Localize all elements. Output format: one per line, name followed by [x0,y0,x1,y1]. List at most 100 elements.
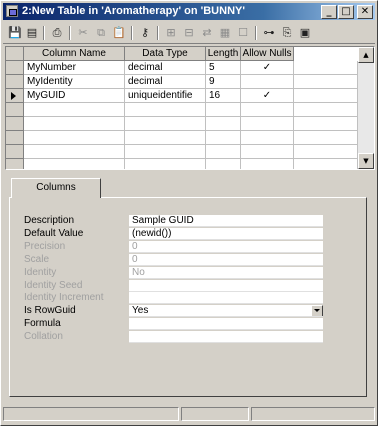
cell-data-type[interactable]: decimal [125,61,206,75]
cell-allow-nulls[interactable] [241,131,294,145]
cell-column-name[interactable] [24,131,125,145]
property-label: Scale [24,253,50,265]
table-properties-icon[interactable]: ▤ [24,25,40,41]
header-data-type[interactable]: Data Type [125,47,206,61]
toolbar-separator [255,26,257,40]
property-label: Identity [24,266,57,278]
cell-data-type[interactable]: decimal [125,75,206,89]
cell-allow-nulls[interactable]: ✓ [241,89,294,103]
cell-column-name[interactable] [24,159,125,169]
property-label: Is RowGuid [24,305,76,317]
property-label: Collation [24,331,63,343]
property-value-field[interactable]: (newid()) [129,227,323,240]
cell-data-type[interactable] [125,117,206,131]
row-selector[interactable] [6,89,24,103]
cell-allow-nulls[interactable] [241,75,294,89]
cell-blank[interactable] [294,75,358,89]
row-selector[interactable] [6,117,24,131]
property-value-field[interactable] [129,318,323,331]
cell-blank[interactable] [294,159,358,169]
cell-length[interactable] [206,131,241,145]
tab-columns[interactable]: Columns [11,178,101,198]
cell-blank[interactable] [294,103,358,117]
cell-blank[interactable] [294,145,358,159]
manage-indexes-icon[interactable]: ▦ [217,25,233,41]
print-icon[interactable]: ⎙ [49,25,65,41]
cell-data-type[interactable] [125,145,206,159]
cell-length[interactable] [206,103,241,117]
triggers-icon[interactable]: ⊶ [261,25,277,41]
status-pane-main [3,407,179,421]
vertical-scrollbar[interactable]: ▲ ▼ [358,47,374,169]
cell-column-name[interactable]: MyNumber [24,61,125,75]
cell-blank[interactable] [294,117,358,131]
cell-blank[interactable] [294,89,358,103]
header-allow-nulls[interactable]: Allow Nulls [241,47,294,61]
property-label: Precision [24,240,66,252]
property-value-text: Yes [132,305,149,317]
constraints-icon[interactable]: ☐ [235,25,251,41]
scroll-up-icon[interactable]: ▲ [358,47,374,63]
cell-length[interactable] [206,117,241,131]
cell-blank[interactable] [294,61,358,75]
toolbar-separator [157,26,159,40]
cell-length[interactable]: 9 [206,75,241,89]
property-dropdown[interactable]: Yes [129,305,323,318]
cell-length[interactable]: 16 [206,89,241,103]
view-icon[interactable]: ▣ [297,25,313,41]
cell-data-type[interactable] [125,131,206,145]
row-selector[interactable] [6,159,24,169]
property-value-field: 0 [129,253,323,266]
row-selector[interactable] [6,145,24,159]
cell-length[interactable] [206,145,241,159]
properties-tabs: Columns Description Sample GUID Default Va… [7,174,372,402]
scroll-down-icon[interactable]: ▼ [358,153,374,169]
cell-column-name[interactable]: MyIdentity [24,75,125,89]
header-length[interactable]: Length [206,47,241,61]
cell-data-type[interactable] [125,159,206,169]
cell-length[interactable]: 5 [206,61,241,75]
property-value-field: No [129,266,323,279]
delete-column-icon[interactable]: ⊟ [181,25,197,41]
copy-icon[interactable]: ⧉ [93,25,109,41]
cut-icon[interactable]: ✂ [75,25,91,41]
property-label: Default Value [24,227,84,239]
property-value-text: (newid()) [132,227,172,239]
paste-icon[interactable]: 📋 [111,25,127,41]
row-selector[interactable] [6,103,24,117]
status-bar [3,406,375,422]
cell-allow-nulls[interactable] [241,145,294,159]
cell-blank[interactable] [294,131,358,145]
row-selector[interactable] [6,61,24,75]
close-button[interactable]: ✕ [357,5,373,19]
header-column-name[interactable]: Column Name [24,47,125,61]
row-selector[interactable] [6,131,24,145]
cell-allow-nulls[interactable] [241,117,294,131]
property-value-text: 0 [132,240,138,252]
row-selector[interactable] [6,75,24,89]
chevron-down-icon[interactable] [311,305,323,317]
maximize-button[interactable]: □ [338,5,354,19]
save-icon[interactable]: 💾 [7,25,23,41]
cell-allow-nulls[interactable]: ✓ [241,61,294,75]
cell-column-name[interactable] [24,145,125,159]
primary-key-icon[interactable]: ⚷ [137,25,153,41]
property-value-field: 0 [129,240,323,253]
grid-body: Column Name Data Type Length Allow Nulls… [6,47,358,169]
title-bar[interactable]: 2:New Table in 'Aromatherapy' on 'BUNNY'… [3,3,375,20]
relationships-icon[interactable]: ⇄ [199,25,215,41]
cell-allow-nulls[interactable] [241,159,294,169]
status-pane-3 [251,407,375,421]
minimize-button[interactable]: _ [321,5,337,19]
cell-length[interactable] [206,159,241,169]
cell-allow-nulls[interactable] [241,103,294,117]
cell-data-type[interactable] [125,103,206,117]
property-value-field[interactable]: Sample GUID [129,215,323,227]
generate-script-icon[interactable]: ⎘ [279,25,295,41]
cell-column-name[interactable] [24,103,125,117]
cell-column-name[interactable] [24,117,125,131]
cell-column-name[interactable]: MyGUID [24,89,125,103]
insert-column-icon[interactable]: ⊞ [163,25,179,41]
cell-data-type[interactable]: uniqueidentifie [125,89,206,103]
table-designer-window: 2:New Table in 'Aromatherapy' on 'BUNNY'… [0,0,378,426]
